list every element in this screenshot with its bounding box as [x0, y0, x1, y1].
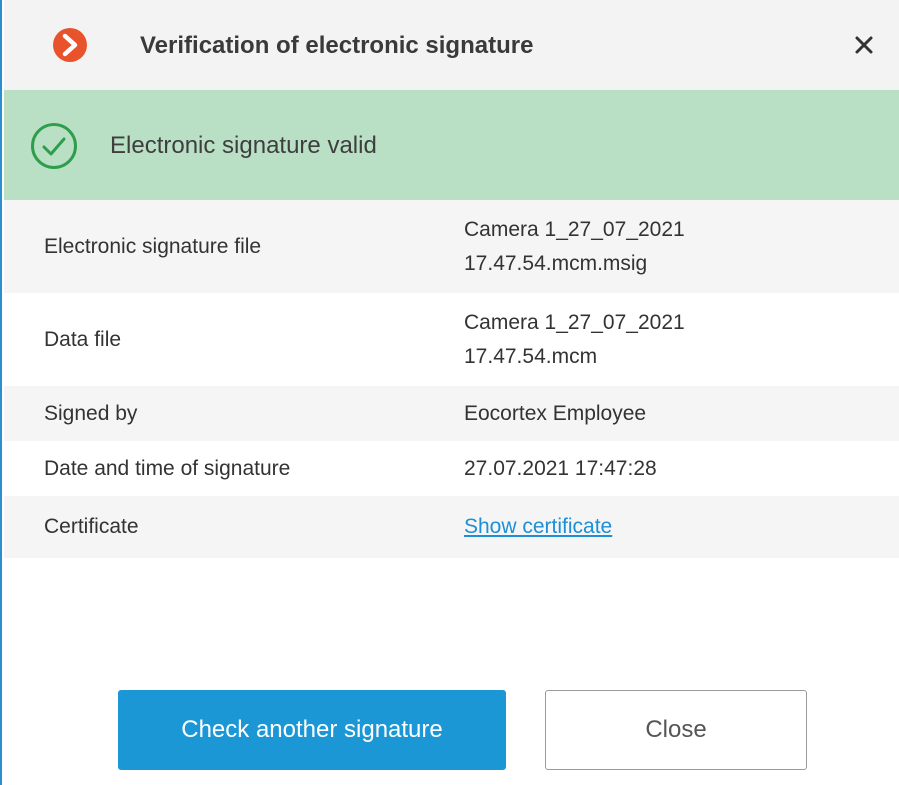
show-certificate-link[interactable]: Show certificate	[464, 510, 612, 544]
dialog-title: Verification of electronic signature	[140, 32, 534, 59]
detail-row-date-time: Date and time of signature 27.07.2021 17…	[4, 441, 899, 496]
signature-details: Electronic signature file Camera 1_27_07…	[4, 200, 899, 558]
detail-value-line: Camera 1_27_07_2021	[464, 310, 685, 334]
detail-value-line: 17.47.54.mcm.msig	[464, 251, 648, 275]
detail-label: Electronic signature file	[44, 234, 262, 258]
detail-label: Certificate	[44, 515, 139, 538]
app-logo-icon	[53, 28, 87, 62]
dialog-titlebar: Verification of electronic signature	[4, 0, 899, 91]
detail-value-line: 17.47.54.mcm	[464, 344, 598, 368]
status-banner: Electronic signature valid	[4, 90, 899, 200]
detail-label: Signed by	[44, 401, 138, 425]
detail-value: 27.07.2021 17:47:28	[464, 456, 657, 480]
detail-row-data-file: Data file Camera 1_27_07_2021 17.47.54.m…	[4, 293, 899, 386]
close-icon[interactable]	[849, 30, 879, 60]
detail-value: Camera 1_27_07_2021 17.47.54.mcm	[464, 293, 685, 386]
close-button[interactable]: Close	[545, 690, 807, 770]
detail-value: Eocortex Employee	[464, 401, 647, 425]
detail-label: Date and time of signature	[44, 456, 291, 480]
detail-label: Data file	[44, 327, 122, 351]
signature-verification-dialog: Verification of electronic signature Ele…	[0, 0, 899, 785]
detail-row-signed-by: Signed by Eocortex Employee	[4, 386, 899, 441]
detail-row-signature-file: Electronic signature file Camera 1_27_07…	[4, 200, 899, 293]
status-text: Electronic signature valid	[110, 132, 377, 159]
check-another-signature-button[interactable]: Check another signature	[118, 690, 506, 770]
detail-value: Camera 1_27_07_2021 17.47.54.mcm.msig	[464, 200, 685, 293]
detail-value-line: Camera 1_27_07_2021	[464, 217, 685, 241]
check-circle-icon	[31, 123, 77, 169]
detail-row-certificate: Certificate Show certificate	[4, 496, 899, 558]
detail-value: Show certificate	[464, 496, 612, 558]
